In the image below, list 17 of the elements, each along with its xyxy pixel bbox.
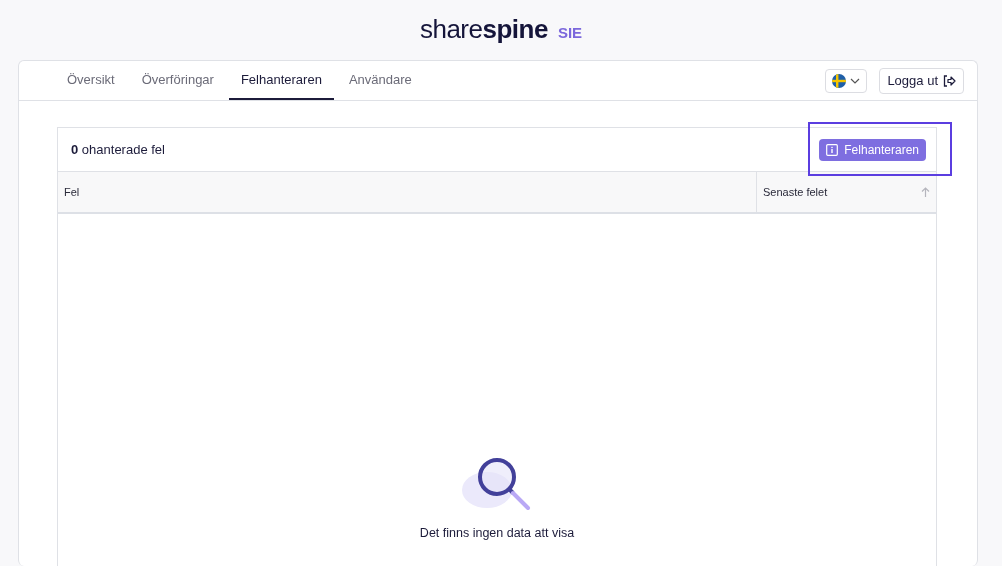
logout-button[interactable]: Logga ut — [879, 67, 964, 94]
nav-tab[interactable]: Överföringar — [129, 61, 226, 100]
logo-wordmark: sharespine — [419, 14, 548, 45]
empty-state-message: Det finns ingen data att visa — [419, 526, 575, 540]
nav-tab[interactable]: Översikt — [55, 61, 127, 100]
chevron-down-icon — [850, 77, 861, 84]
column-header[interactable]: Fel — [58, 172, 756, 212]
product-label: SIE — [557, 24, 583, 41]
info-icon — [826, 143, 839, 156]
nav-tab[interactable]: Felhanteraren — [228, 61, 334, 100]
column-header[interactable]: Senaste felet — [756, 172, 936, 212]
error-handler-button[interactable]: Felhanteraren — [819, 138, 926, 161]
error-count-text: 0 ohanterade fel — [71, 142, 165, 157]
flag-icon — [832, 73, 847, 88]
language-selector[interactable] — [825, 68, 868, 93]
logout-icon — [943, 74, 956, 87]
nav-tab[interactable]: Användare — [336, 61, 424, 100]
